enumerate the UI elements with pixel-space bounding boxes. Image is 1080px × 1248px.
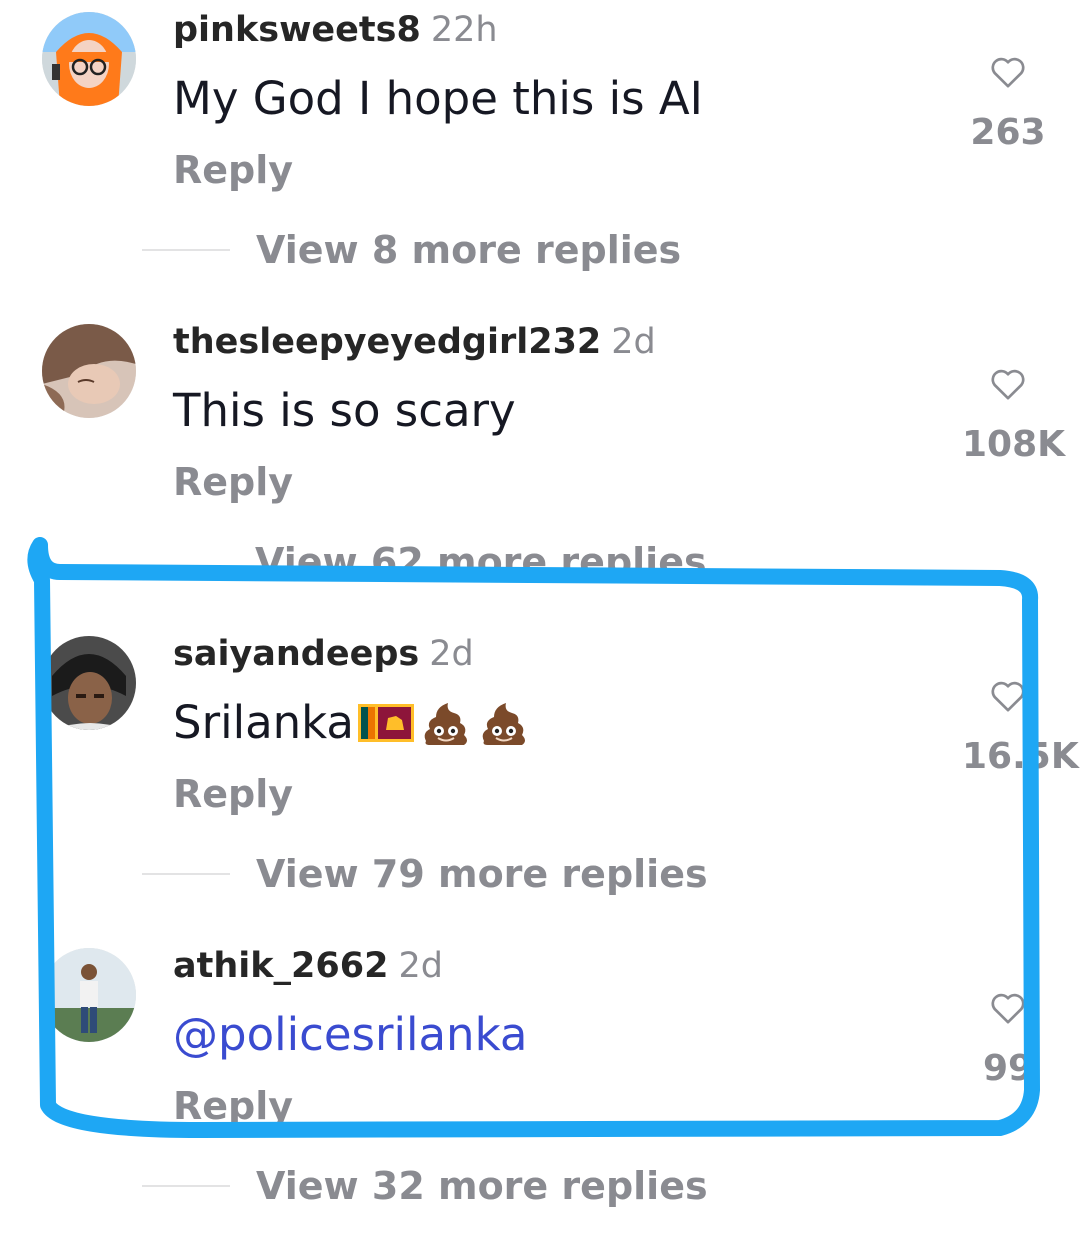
avatar[interactable] bbox=[42, 324, 136, 418]
like-count: 263 bbox=[970, 112, 1046, 153]
comment-age: 22h bbox=[430, 10, 498, 50]
comment-text: This is so scary bbox=[173, 384, 516, 437]
username[interactable]: saiyandeeps 2d bbox=[173, 634, 474, 674]
divider bbox=[142, 873, 230, 875]
comment-item: saiyandeeps2d Srilanka Reply 16.5K View bbox=[0, 624, 1080, 936]
mention-link[interactable]: @policesrilanka bbox=[173, 1008, 527, 1061]
avatar[interactable] bbox=[42, 948, 136, 1042]
heart-icon bbox=[991, 993, 1025, 1024]
reply-button[interactable]: Reply bbox=[173, 1084, 293, 1128]
like-count: 108K bbox=[962, 424, 1066, 465]
like-count: 99 bbox=[982, 1048, 1034, 1089]
like-button[interactable]: 108K bbox=[962, 364, 1066, 465]
comment-age: 2d bbox=[611, 322, 656, 362]
reply-button[interactable]: Reply bbox=[173, 460, 293, 504]
divider bbox=[142, 249, 230, 251]
username[interactable]: pinksweets8 22h bbox=[173, 10, 498, 50]
like-button[interactable]: 16.5K bbox=[962, 676, 1079, 777]
sri-lanka-flag-icon bbox=[358, 703, 415, 742]
like-button[interactable]: 99 bbox=[962, 988, 1054, 1089]
reply-button[interactable]: Reply bbox=[173, 148, 293, 192]
view-more-replies[interactable]: View 62 more replies bbox=[255, 540, 707, 584]
like-count: 16.5K bbox=[962, 736, 1079, 777]
username[interactable]: athik_2662 2d bbox=[173, 946, 443, 986]
comment-age: 2d bbox=[429, 634, 474, 674]
avatar[interactable] bbox=[42, 636, 136, 730]
heart-icon bbox=[991, 369, 1025, 400]
heart-icon bbox=[991, 57, 1025, 88]
comment-text: Srilanka bbox=[173, 696, 530, 749]
comment-text: My God I hope this is AI bbox=[173, 72, 703, 125]
comment-item: thesleepyeyedgirl232 2d This is so scary … bbox=[0, 312, 1080, 624]
comment-item: pinksweets8 22h My God I hope this is AI … bbox=[0, 0, 1080, 312]
like-button[interactable]: 263 bbox=[962, 52, 1054, 153]
pile-of-poo-icon bbox=[482, 702, 526, 745]
reply-button[interactable]: Reply bbox=[173, 772, 293, 816]
view-more-replies[interactable]: View 32 more replies bbox=[142, 1164, 708, 1208]
comment-text: @policesrilanka bbox=[173, 1008, 527, 1061]
pile-of-poo-icon bbox=[424, 702, 468, 745]
comment-item: athik_2662 2d @policesrilanka Reply 99 Vi… bbox=[0, 936, 1080, 1248]
comment-age: 2d bbox=[398, 946, 443, 986]
view-more-replies[interactable]: View 8 more replies bbox=[142, 228, 681, 272]
heart-icon bbox=[991, 681, 1025, 712]
view-more-replies[interactable]: View 79 more replies bbox=[142, 852, 708, 896]
avatar[interactable] bbox=[42, 12, 136, 106]
divider bbox=[142, 1185, 230, 1187]
username[interactable]: thesleepyeyedgirl232 2d bbox=[173, 322, 656, 362]
